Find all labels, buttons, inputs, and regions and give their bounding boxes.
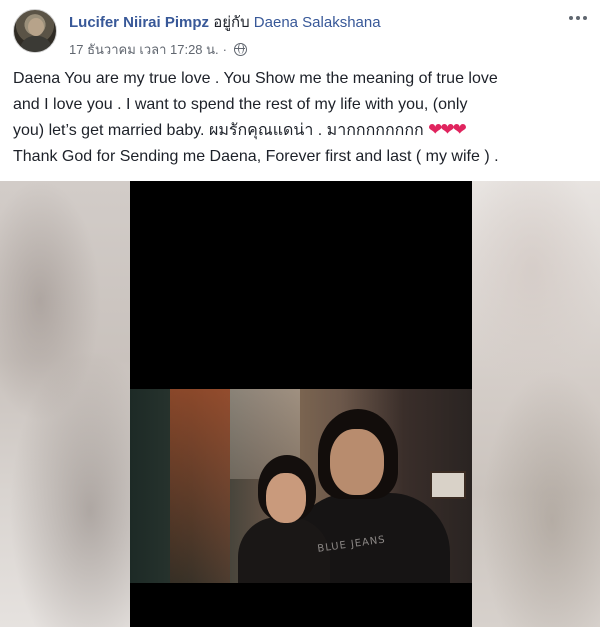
with-label: อยู่กับ: [213, 14, 250, 31]
tagged-user-link[interactable]: Daena Salakshana: [254, 14, 381, 31]
post-text-line: Daena You are my true love . You Show me…: [13, 70, 498, 87]
photo-warm-light: [170, 389, 230, 583]
meta-separator: ·: [222, 42, 227, 57]
post-meta: 17 ธันวาคม เวลา 17:28 น. ·: [69, 39, 247, 60]
more-options-icon[interactable]: [566, 10, 590, 26]
author-line: Lucifer Niirai Pimpz อยู่กับ Daena Salak…: [69, 10, 381, 34]
person-left-face: [266, 473, 306, 523]
avatar-body: [20, 36, 52, 52]
globe-icon[interactable]: [233, 43, 247, 56]
post-timestamp[interactable]: 17 ธันวาคม เวลา 17:28 น.: [69, 39, 219, 60]
avatar-face: [28, 18, 44, 36]
dot: [576, 16, 580, 20]
photo-wall-sign: [430, 471, 466, 499]
post-text-line: and I love you . I want to spend the res…: [13, 95, 468, 113]
photo-frame[interactable]: BLUE JEANS: [130, 181, 472, 627]
blurred-background-left: [0, 181, 130, 627]
post-text-segment: you) let’s get married baby. ผมรักคุณแดน…: [13, 122, 424, 139]
heart-emoji-icons: ❤❤❤: [428, 120, 467, 139]
post-body-text: Daena You are my true love . You Show me…: [13, 66, 593, 169]
post-text-line: you) let’s get married baby. ผมรักคุณแดน…: [13, 117, 593, 144]
couple-photo[interactable]: BLUE JEANS: [130, 389, 472, 583]
author-name-link[interactable]: Lucifer Niirai Pimpz: [69, 14, 209, 31]
dot: [569, 16, 573, 20]
post-header: Lucifer Niirai Pimpz อยู่กับ Daena Salak…: [0, 0, 600, 64]
dot: [583, 16, 587, 20]
post-text-line: Thank God for Sending me Daena, Forever …: [13, 147, 499, 165]
person-left-body: [238, 517, 330, 583]
author-avatar[interactable]: [13, 9, 57, 53]
blurred-background-right: [472, 181, 600, 627]
person-right-face: [330, 429, 384, 495]
post-media[interactable]: BLUE JEANS: [0, 181, 600, 627]
